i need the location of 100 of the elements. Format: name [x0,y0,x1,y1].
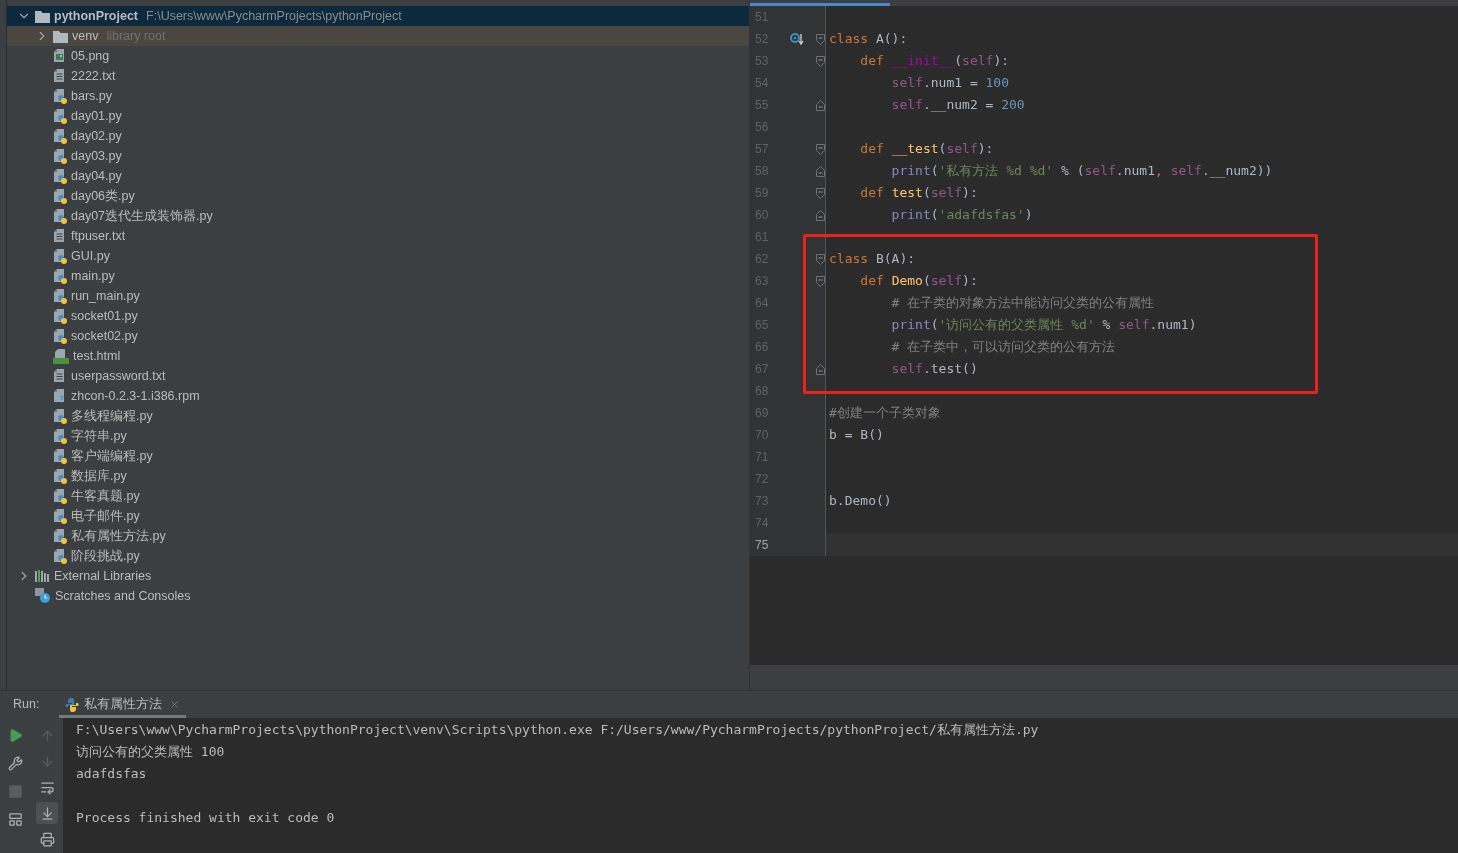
tree-row[interactable]: socket01.py [7,306,749,326]
tree-row[interactable]: 客户端编程.py [7,446,749,466]
tree-row[interactable]: 牛客真题.py [7,486,749,506]
tree-row[interactable]: ftpuser.txt [7,226,749,246]
fold-marker-icon[interactable] [816,275,825,287]
file-name: day03.py [71,147,122,165]
python-file-icon [53,248,67,264]
file-name: run_main.py [71,287,140,305]
scratch-clock-icon [35,588,51,604]
code-line: b = B() [829,426,884,445]
code-line: def __test(self): [859,140,994,159]
fold-marker-icon[interactable] [816,253,825,265]
file-name: venv [72,27,99,45]
file-name: 阶段挑战.py [71,547,140,565]
code-line: class B(A): [829,250,916,269]
override-marker-icon[interactable] [790,32,804,46]
python-file-icon [53,168,67,184]
file-name: day04.py [71,167,122,185]
tree-row[interactable]: 阶段挑战.py [7,546,749,566]
tree-row[interactable]: zhcon-0.2.3-1.i386.rpm [7,386,749,406]
python-file-icon [53,468,67,484]
tree-row[interactable]: socket02.py [7,326,749,346]
fold-marker-icon[interactable] [816,363,825,375]
close-icon[interactable] [169,699,181,710]
file-name: bars.py [71,87,112,105]
code-line: self.test() [890,360,978,379]
python-file-icon [53,308,67,324]
python-file-icon [53,88,67,104]
text-file-icon [53,368,67,384]
file-name: 私有属性方法.py [71,527,166,545]
tree-row[interactable]: External Libraries [7,566,749,586]
file-name: zhcon-0.2.3-1.i386.rpm [71,387,200,405]
fold-marker-icon[interactable] [816,99,825,111]
tree-row[interactable]: day07迭代生成装饰器.py [7,206,749,226]
console-line: 访问公有的父类属性 100 [76,743,225,761]
fold-marker-icon[interactable] [816,209,825,221]
scroll-to-end-icon[interactable] [36,802,59,824]
html-file-icon [53,348,69,364]
file-name: day01.py [71,107,122,125]
console-line: F:\Users\www\PycharmProjects\pythonProject\venv\Scripts\python.exe F:/Users/www/PycharmProjects/pythonProject/私有属性方法.py [76,721,1039,739]
fold-marker-icon[interactable] [816,55,825,67]
tree-row[interactable]: main.py [7,266,749,286]
tree-row[interactable]: Scratches and Consoles [7,586,749,606]
run-tab[interactable]: 私有属性方法 [59,691,187,718]
python-file-icon [53,148,67,164]
tree-row[interactable]: run_main.py [7,286,749,306]
file-name: 牛客真题.py [71,487,140,505]
folder-icon [35,9,50,23]
file-name: External Libraries [54,567,152,585]
python-file-icon [53,428,67,444]
python-file-icon [53,128,67,144]
python-file-icon [53,528,67,544]
code-line: print('访问公有的父类属性 %d' % self.num1) [890,316,1197,335]
file-name: 电子邮件.py [71,507,140,525]
python-file-icon [53,188,67,204]
tree-row[interactable]: day04.py [7,166,749,186]
tree-row[interactable]: GUI.py [7,246,749,266]
fold-marker-icon[interactable] [816,33,825,45]
tree-row[interactable]: day03.py [7,146,749,166]
file-name: 字符串.py [71,427,127,445]
tree-row[interactable]: pythonProject F:\Users\www\PycharmProjects\pythonProject [7,6,749,26]
file-name: day02.py [71,127,122,145]
code-line: # 在子类的对象方法中能访问父类的公有属性 [890,294,1155,313]
line-number: 75 [754,537,770,554]
file-name: 数据库.py [71,467,127,485]
fold-marker-icon[interactable] [816,143,825,155]
python-file-icon [53,288,67,304]
file-name: 客户端编程.py [71,447,153,465]
path-hint: F:\Users\www\PycharmProjects\pythonProject [146,7,402,25]
tree-row[interactable]: 字符串.py [7,426,749,446]
tree-row[interactable]: test.html [7,346,749,366]
code-line: self.num1 = 100 [890,74,1010,93]
console-line: adafdsfas [76,765,147,783]
tree-row[interactable]: day06类.py [7,186,749,206]
file-name: socket02.py [71,327,138,345]
tree-row[interactable]: 多线程编程.py [7,406,749,426]
python-file-icon [53,548,67,564]
text-file-icon [53,68,67,84]
python-file-icon [53,328,67,344]
tree-row[interactable]: day01.py [7,106,749,126]
tree-row[interactable]: 05.png [7,46,749,66]
tree-row[interactable]: 数据库.py [7,466,749,486]
code-line: def Demo(self): [859,272,978,291]
tree-row[interactable]: day02.py [7,126,749,146]
image-file-icon [53,48,67,64]
python-file-icon [53,408,67,424]
python-file-icon [53,448,67,464]
python-file-icon [53,508,67,524]
tree-row[interactable]: bars.py [7,86,749,106]
tree-row[interactable]: 私有属性方法.py [7,526,749,546]
python-logo-icon [65,697,80,712]
python-file-icon [53,268,67,284]
file-name: Scratches and Consoles [55,587,191,605]
fold-marker-icon[interactable] [816,165,825,177]
fold-marker-icon[interactable] [816,187,825,199]
tree-row[interactable]: 2222.txt [7,66,749,86]
tree-row[interactable]: 电子邮件.py [7,506,749,526]
tree-row[interactable]: userpassword.txt [7,366,749,386]
file-name: socket01.py [71,307,138,325]
code-line: def __init__(self): [859,52,1010,71]
